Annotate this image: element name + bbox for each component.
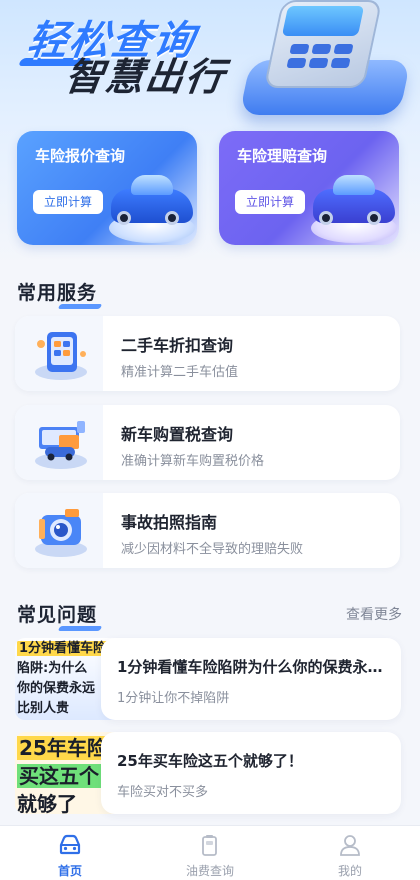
faq-answer: 车险买对不买多 — [117, 785, 209, 800]
quote-card-label: 车险报价查询 — [35, 147, 126, 165]
tab-label: 油费查询 — [185, 864, 234, 878]
service-item-purchase-tax[interactable]: 新车购置税查询 准确计算新车购置税价格 — [15, 405, 400, 480]
car-insurance-claim-card[interactable]: 车险理赔查询 立即计算 — [219, 131, 399, 245]
tab-mine[interactable]: 我的 — [280, 826, 420, 880]
quote-calculate-button[interactable]: 立即计算 — [33, 190, 103, 214]
title-underline-decoration — [57, 626, 103, 631]
services-section-title: 常用服务 — [17, 278, 103, 309]
service-subtitle: 减少因材料不全导致的理赔失败 — [121, 542, 304, 557]
service-subtitle: 准确计算新车购置税价格 — [121, 454, 265, 469]
user-icon — [340, 835, 360, 856]
bottom-tab-bar: 首页 油费查询 我的 — [0, 825, 420, 880]
tab-label: 我的 — [337, 864, 362, 878]
faq-question: 25年买车险这五个就够了！ — [117, 752, 303, 770]
view-more-link[interactable]: 查看更多 — [346, 604, 402, 624]
car-insurance-quote-card[interactable]: 车险报价查询 立即计算 — [17, 131, 197, 245]
claim-card-label: 车险理赔查询 — [237, 147, 328, 165]
faq-item-insurance-trap[interactable]: 1分钟看懂车险 陷阱:为什么 你的保费永远 比别人贵 1分钟看懂车险陷阱为什么你… — [15, 638, 401, 720]
faq-card: 25年买车险这五个就够了！ 车险买对不买多 — [101, 732, 401, 814]
car-home-icon — [59, 834, 81, 855]
tab-label: 首页 — [57, 864, 82, 878]
service-title: 二手车折扣查询 — [121, 336, 234, 355]
faq-thumbnail: 25年车险 买这五个 就够了 — [15, 732, 115, 814]
service-title: 事故拍照指南 — [121, 513, 218, 532]
faq-item-five-insurances[interactable]: 25年车险 买这五个 就够了 25年买车险这五个就够了！ 车险买对不买多 — [15, 732, 401, 814]
hero-title-line2: 智慧出行 — [62, 55, 229, 99]
camera-icon — [35, 509, 87, 557]
faq-answer: 1分钟让你不掉陷阱 — [117, 691, 230, 706]
faq-card: 1分钟看懂车险陷阱为什么你的保费永远比别人贵 1分钟让你不掉陷阱 — [101, 638, 401, 720]
calculator-illustration — [239, 0, 411, 120]
service-item-used-car-discount[interactable]: 二手车折扣查询 精准计算二手车估值 — [15, 316, 400, 391]
faq-thumbnail: 1分钟看懂车险 陷阱:为什么 你的保费永远 比别人贵 — [15, 638, 115, 720]
service-title: 新车购置税查询 — [121, 425, 234, 444]
car-illustration — [107, 167, 197, 245]
tab-fuel-cost[interactable]: 油费查询 — [140, 826, 280, 880]
service-subtitle: 精准计算二手车估值 — [121, 365, 239, 380]
service-item-accident-photo-guide[interactable]: 事故拍照指南 减少因材料不全导致的理赔失败 — [15, 493, 400, 568]
faq-section-title: 常见问题 — [17, 600, 103, 631]
car-illustration — [311, 167, 399, 245]
faq-question: 1分钟看懂车险陷阱为什么你的保费永远比别人贵 — [117, 658, 392, 676]
tab-home[interactable]: 首页 — [0, 826, 140, 880]
claim-calculate-button[interactable]: 立即计算 — [235, 190, 305, 214]
car-purchase-icon — [35, 421, 87, 469]
fuel-icon — [202, 835, 217, 856]
title-underline-decoration — [57, 304, 103, 309]
dashboard-phone-icon — [35, 332, 87, 380]
